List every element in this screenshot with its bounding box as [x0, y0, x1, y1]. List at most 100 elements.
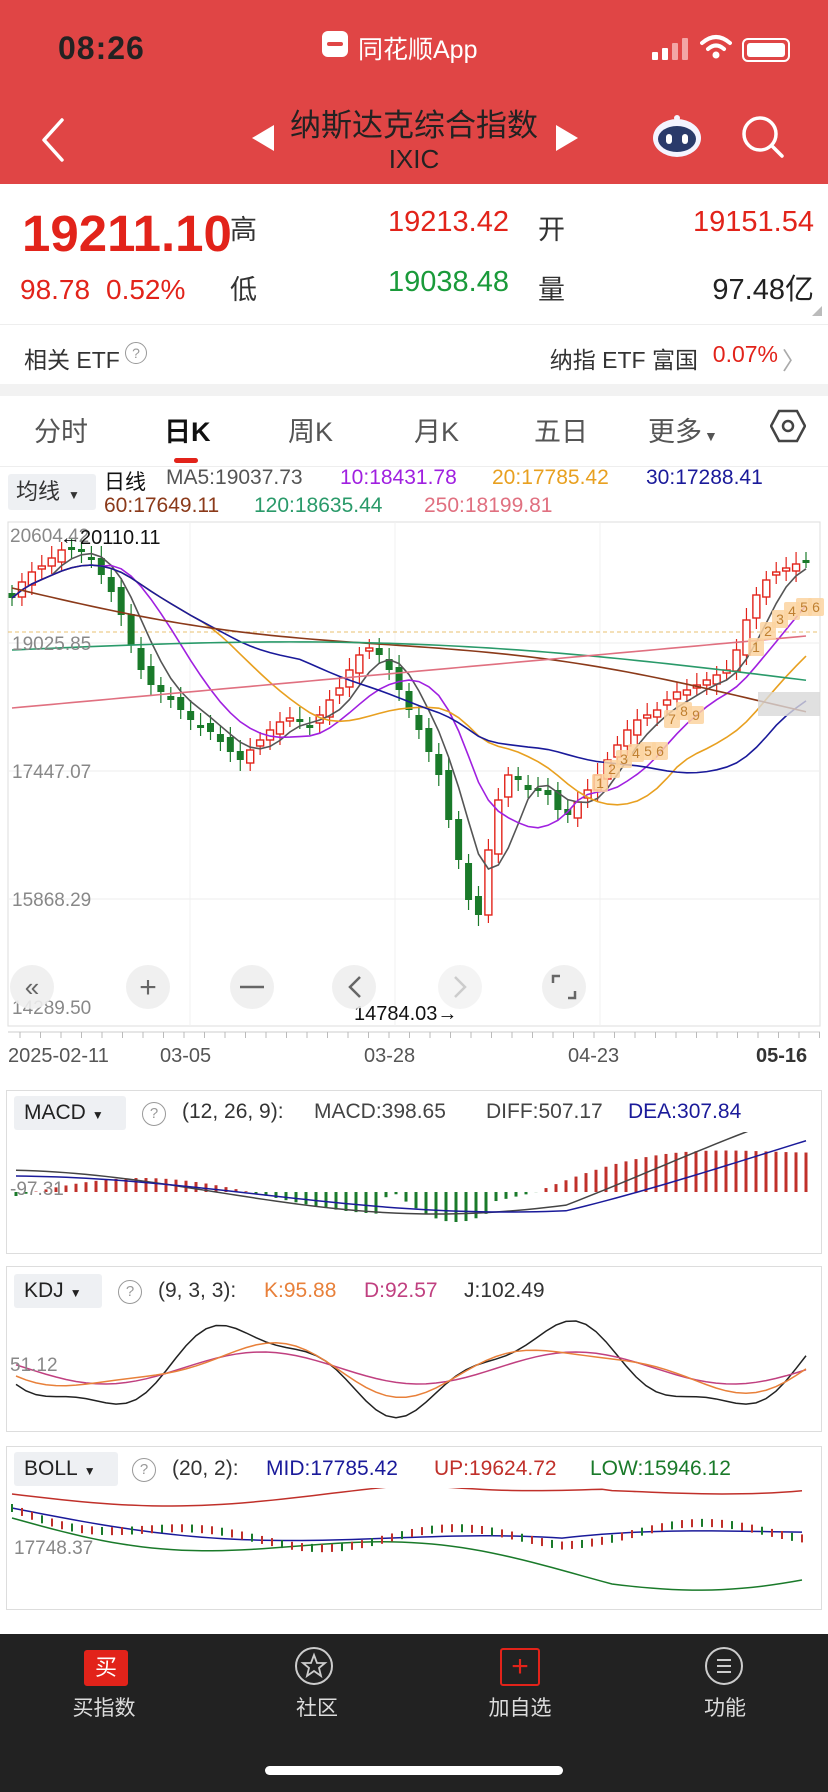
zoom-out-button[interactable] — [230, 965, 274, 1009]
candle-body — [57, 549, 66, 563]
nav-add-watchlist[interactable]: 加自选 — [450, 1692, 590, 1722]
price-highlight-box — [758, 692, 820, 716]
volume-label: 量 — [538, 275, 565, 305]
date-label: 2025-02-11 — [8, 1045, 109, 1067]
help-icon[interactable]: ? — [142, 1102, 166, 1126]
buy-icon[interactable]: 买 — [84, 1650, 128, 1686]
search-icon[interactable] — [740, 114, 786, 160]
candle-body — [255, 739, 265, 747]
candle-body — [633, 719, 642, 736]
period-high-marker: ←20110.11 — [60, 527, 160, 549]
expand-corner-icon[interactable] — [812, 306, 822, 316]
tab-daily-k[interactable]: 日K — [164, 410, 211, 449]
signal-number: 5 — [800, 599, 808, 615]
volume-value: 97.48亿 — [712, 274, 814, 306]
boll-axis-label: 17748.37 — [14, 1538, 93, 1559]
tab-intraday[interactable]: 分时 — [34, 410, 88, 449]
boll-selector[interactable]: BOLL ▼ — [14, 1452, 118, 1486]
price-axis-label: 17447.07 — [12, 762, 91, 783]
candle-body — [781, 567, 791, 572]
candle-body — [335, 687, 344, 696]
community-icon[interactable] — [294, 1646, 334, 1686]
macd-selector[interactable]: MACD ▼ — [14, 1096, 126, 1130]
ma60-value: 60:17649.11 — [104, 494, 220, 517]
back-icon[interactable] — [40, 118, 66, 162]
k-line — [15, 1342, 807, 1399]
signal-number: 3 — [620, 751, 628, 767]
candle-body — [127, 614, 135, 645]
candle-body — [177, 697, 185, 710]
candle-body — [147, 666, 155, 685]
candle-body — [207, 723, 214, 732]
pan-left-button[interactable] — [332, 965, 376, 1009]
ma250-value: 250:18199.81 — [424, 494, 553, 517]
boll-mid-line — [11, 1507, 803, 1542]
help-icon[interactable]: ? — [125, 342, 147, 364]
zoom-in-button[interactable]: + — [126, 965, 170, 1009]
candle-body — [365, 647, 374, 652]
candle-body — [157, 685, 165, 692]
boll-up-value: UP:19624.72 — [434, 1457, 557, 1480]
help-icon[interactable]: ? — [132, 1458, 156, 1482]
signal-number: 8 — [680, 703, 688, 719]
k-value: K:95.88 — [264, 1279, 337, 1302]
tab-more-label: 更多 — [648, 417, 702, 447]
open-label: 开 — [538, 215, 565, 245]
nav-buy-index[interactable]: 买指数 — [34, 1692, 174, 1722]
signal-number: 6 — [656, 743, 664, 759]
candle-body — [87, 557, 95, 560]
candle-body — [245, 749, 255, 764]
tab-weekly-k[interactable]: 周K — [288, 410, 333, 449]
candle-body — [395, 667, 403, 690]
ma-selector[interactable]: 均线 ▼ — [8, 474, 96, 510]
tab-monthly-k[interactable]: 月K — [414, 410, 459, 449]
menu-icon[interactable] — [704, 1646, 744, 1686]
candle-body — [117, 587, 125, 615]
robot-assistant-icon[interactable] — [652, 114, 702, 158]
add-watchlist-icon[interactable]: + — [500, 1648, 540, 1686]
active-tab-indicator — [174, 458, 198, 463]
candle-body — [514, 776, 522, 780]
nav-functions[interactable]: 功能 — [655, 1692, 795, 1722]
candle-body — [425, 728, 433, 752]
tab-five-day[interactable]: 五日 — [534, 410, 588, 449]
kdj-axis-label: 51.12 — [10, 1355, 58, 1376]
candle-body — [662, 699, 672, 706]
ma5-value: MA5:19037.73 — [166, 466, 303, 489]
nav-community[interactable]: 社区 — [247, 1692, 387, 1722]
fullscreen-button[interactable] — [542, 965, 586, 1009]
ma120-value: 120:18635.44 — [254, 494, 383, 517]
candle-body — [682, 689, 692, 696]
candle-body — [504, 774, 513, 798]
period-low-marker: 14784.03→ — [354, 1003, 457, 1025]
candle-body — [752, 594, 761, 619]
settings-hexagon-icon[interactable] — [770, 408, 806, 444]
candle-body — [415, 715, 423, 730]
signal-number: 5 — [644, 743, 652, 759]
d-line — [15, 1351, 807, 1385]
etf-change: 0.07% — [712, 341, 778, 367]
signal-number: 7 — [668, 711, 676, 727]
candle-body — [306, 725, 314, 728]
low-value: 19038.48 — [388, 266, 509, 298]
candle-body — [275, 721, 285, 735]
kline-chart[interactable]: 20604.42 19025.85 17447.07 15868.29 1428… — [0, 520, 828, 1068]
candle-body — [355, 654, 364, 674]
kdj-selector[interactable]: KDJ ▼ — [14, 1274, 102, 1308]
prev-index-icon[interactable] — [252, 125, 274, 151]
candle-body — [77, 549, 85, 552]
page-subtitle: IXIC — [388, 144, 440, 174]
date-label: 04-23 — [568, 1045, 619, 1067]
tab-more[interactable]: 更多 ▼ — [648, 410, 718, 449]
chevron-right-icon[interactable]: 〉 — [782, 341, 806, 376]
next-index-icon[interactable] — [556, 125, 578, 151]
plus-icon: + — [139, 971, 157, 1004]
candle-body — [236, 751, 244, 760]
signal-number: 2 — [608, 761, 616, 777]
pan-right-button[interactable] — [438, 965, 482, 1009]
candle-body — [107, 577, 115, 592]
caret-down-icon: ▼ — [83, 1464, 96, 1478]
help-icon[interactable]: ? — [118, 1280, 142, 1304]
zoom-out-fast-button[interactable]: « — [10, 965, 54, 1009]
etf-name[interactable]: 纳指 ETF 富国 — [550, 341, 698, 375]
